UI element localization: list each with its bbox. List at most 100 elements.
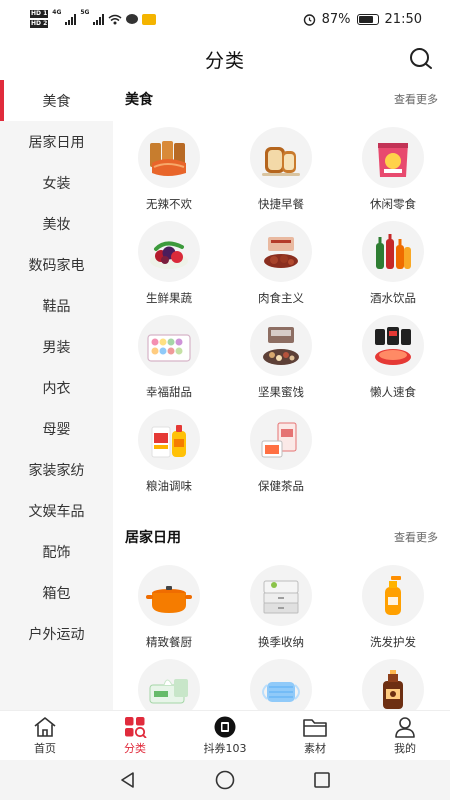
subcategory-grid: 精致餐厨 换季收纳 洗发护发生活纸巾防护用品家庭清洁 [113, 556, 450, 710]
sidebar-item-label: 居家日用 [28, 134, 85, 151]
subcategory-label: 快捷早餐 [258, 197, 304, 211]
sidebar-item-7[interactable]: 内衣 [0, 367, 113, 408]
subcategory-thumb [138, 315, 200, 376]
sidebar-item-4[interactable]: 数码家电 [0, 244, 113, 285]
subcategory-thumb [250, 127, 312, 188]
home-circle-icon[interactable] [214, 769, 236, 791]
sidebar-item-13[interactable]: 户外运动 [0, 613, 113, 654]
recents-icon[interactable] [312, 770, 332, 790]
sig2-label: 5G [80, 9, 90, 16]
sidebar-item-12[interactable]: 箱包 [0, 572, 113, 613]
subcategory-label: 幸福甜品 [146, 385, 192, 399]
subcategory-label: 休闲零食 [370, 197, 416, 211]
sidebar-item-label: 美妆 [42, 216, 71, 233]
subcategory-thumb [138, 221, 200, 282]
alarm-icon [303, 13, 315, 26]
category-icon [125, 716, 147, 738]
sidebar-item-3[interactable]: 美妆 [0, 203, 113, 244]
subcategory-item[interactable]: 快捷早餐 [225, 118, 337, 212]
shampoo-icon [385, 575, 401, 615]
tab-material[interactable]: 素材 [270, 711, 360, 760]
tab-profile-label: 我的 [394, 741, 416, 755]
subcategory-item[interactable]: 防护用品 [225, 650, 337, 710]
back-icon[interactable] [118, 770, 138, 790]
signal-icon [93, 13, 105, 25]
spicy-snack-icon [150, 140, 186, 176]
sidebar-item-10[interactable]: 文娱车品 [0, 490, 113, 531]
subcategory-item[interactable]: 家庭清洁 [337, 650, 449, 710]
sidebar-item-label: 内衣 [42, 380, 71, 397]
tab-coupon[interactable]: 抖券103 [180, 711, 270, 760]
sidebar-item-label: 箱包 [42, 585, 71, 602]
tab-home[interactable]: 首页 [0, 711, 90, 760]
subcategory-label: 精致餐厨 [146, 635, 192, 649]
subcategory-item[interactable]: 粮油调味 [113, 400, 225, 494]
subcategory-thumb [362, 315, 424, 376]
tab-category[interactable]: 分类 [90, 711, 180, 760]
system-nav-bar [0, 760, 450, 800]
nuts-icon [263, 326, 299, 365]
subcategory-label: 懒人速食 [370, 385, 416, 399]
sidebar-item-5[interactable]: 鞋品 [0, 285, 113, 326]
subcategory-label: 洗发护发 [370, 635, 416, 649]
sidebar-item-label: 家装家纺 [28, 462, 85, 479]
view-more-link[interactable]: 查看更多 [394, 529, 438, 545]
subcategory-label: 保健茶品 [258, 479, 304, 493]
sidebar-item-label: 男装 [42, 339, 71, 356]
sidebar-item-0[interactable]: 美食 [0, 80, 113, 121]
subcategory-label: 生鲜果蔬 [146, 291, 192, 305]
tab-profile[interactable]: 我的 [360, 711, 450, 760]
subcategory-thumb [362, 127, 424, 188]
subcategory-thumb [362, 659, 424, 710]
subcategory-item[interactable]: 洗发护发 [337, 556, 449, 650]
sidebar-item-2[interactable]: 女装 [0, 162, 113, 203]
section-header: 美食 查看更多 [113, 80, 450, 118]
drinks-icon [376, 233, 411, 269]
sidebar-item-label: 母婴 [42, 421, 71, 438]
snack-bag-icon [378, 142, 408, 177]
hd1-label: HD 1 [30, 10, 49, 18]
message-icon [126, 14, 139, 24]
subcategory-item[interactable]: 酒水饮品 [337, 212, 449, 306]
tea-icon [261, 422, 297, 457]
mask-icon [262, 681, 300, 702]
sidebar-item-11[interactable]: 配饰 [0, 531, 113, 572]
subcategory-label: 无辣不欢 [146, 197, 192, 211]
status-right: 87% 21:50 [303, 12, 422, 27]
subcategory-item[interactable]: 保健茶品 [225, 400, 337, 494]
subcategory-thumb [250, 659, 312, 710]
subcategory-grid: 无辣不欢 快捷早餐 休闲零食生鲜果蔬 肉食主义 酒水饮品幸福甜品 坚果蜜饯 懒人速食粮油调味… [113, 118, 450, 494]
profile-icon [395, 716, 415, 738]
header: 分类 [0, 38, 450, 80]
search-icon[interactable] [408, 46, 434, 72]
view-more-link[interactable]: 查看更多 [394, 91, 438, 107]
status-left: HD 1 HD 2 4G 5G [30, 9, 157, 29]
subcategory-item[interactable]: 无辣不欢 [113, 118, 225, 212]
rice-oil-icon [151, 424, 186, 457]
bread-icon [262, 146, 300, 176]
sidebar-item-6[interactable]: 男装 [0, 326, 113, 367]
mail-icon [142, 13, 157, 25]
subcategory-item[interactable]: 肉食主义 [225, 212, 337, 306]
sidebar-item-8[interactable]: 母婴 [0, 408, 113, 449]
tab-category-label: 分类 [124, 741, 146, 755]
subcategory-item[interactable]: 换季收纳 [225, 556, 337, 650]
subcategory-thumb [250, 565, 312, 626]
sidebar-item-9[interactable]: 家装家纺 [0, 449, 113, 490]
sidebar-item-1[interactable]: 居家日用 [0, 121, 113, 162]
battery-icon [356, 13, 379, 25]
subcategory-item[interactable]: 幸福甜品 [113, 306, 225, 400]
subcategory-item[interactable]: 精致餐厨 [113, 556, 225, 650]
hd2-label: HD 2 [30, 20, 49, 28]
subcategory-item[interactable]: 休闲零食 [337, 118, 449, 212]
subcategory-label: 粮油调味 [146, 479, 192, 493]
subcategory-label: 坚果蜜饯 [258, 385, 304, 399]
subcategory-item[interactable]: 生活纸巾 [113, 650, 225, 710]
subcategory-item[interactable]: 懒人速食 [337, 306, 449, 400]
subcategory-thumb [138, 127, 200, 188]
bottom-tab-bar: 首页 分类 抖券103 素材 我的 [0, 710, 450, 760]
subcategory-thumb [138, 659, 200, 710]
subcategory-item[interactable]: 坚果蜜饯 [225, 306, 337, 400]
subcategory-item[interactable]: 生鲜果蔬 [113, 212, 225, 306]
subcategory-thumb [362, 221, 424, 282]
